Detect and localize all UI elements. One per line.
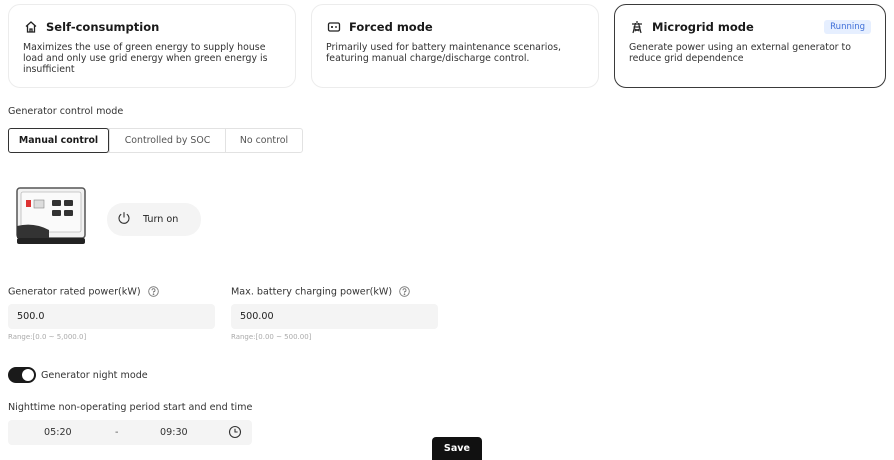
option-manual-control[interactable]: Manual control [8, 128, 109, 153]
rated-power-label-text: Generator rated power(kW) [8, 286, 141, 298]
option-controlled-by-soc[interactable]: Controlled by SOC [109, 129, 225, 152]
end-time[interactable]: 09:30 [160, 427, 188, 438]
option-no-control[interactable]: No control [225, 129, 302, 152]
clock-icon[interactable] [228, 425, 242, 442]
mode-title: Microgrid mode [652, 20, 754, 34]
max-charging-input[interactable] [231, 304, 438, 329]
max-charging-range: Range:[0.00 ~ 500.00] [231, 333, 312, 341]
generator-icon [14, 186, 88, 246]
night-mode-label: Generator night mode [41, 370, 148, 381]
power-tower-icon [629, 19, 645, 35]
generator-control-label: Generator control mode [8, 106, 124, 117]
battery-icon [326, 19, 342, 35]
mode-card-microgrid[interactable]: Microgrid mode Running Generate power us… [614, 4, 886, 88]
mode-title: Self-consumption [46, 20, 160, 34]
night-period-label: Nighttime non-operating period start and… [8, 402, 253, 413]
rated-power-label: Generator rated power(kW) [8, 286, 159, 298]
save-button[interactable]: Save [432, 437, 482, 460]
rated-power-range: Range:[0.0 ~ 5,000.0] [8, 333, 87, 341]
night-period-time-range[interactable]: 05:20 - 09:30 [8, 420, 252, 445]
turn-on-label: Turn on [143, 214, 179, 225]
mode-card-forced[interactable]: Forced mode Primarily used for battery m… [311, 4, 599, 88]
max-charging-label-text: Max. battery charging power(kW) [231, 286, 393, 298]
max-charging-label: Max. battery charging power(kW) [231, 286, 410, 298]
mode-card-self-consumption[interactable]: Self-consumption Maximizes the use of gr… [8, 4, 296, 88]
status-badge: Running [824, 20, 871, 34]
mode-title: Forced mode [349, 20, 433, 34]
help-icon[interactable] [147, 286, 159, 297]
toggle-knob [22, 369, 34, 381]
mode-description: Maximizes the use of green energy to sup… [23, 42, 268, 75]
time-separator: - [115, 427, 119, 438]
start-time[interactable]: 05:20 [44, 427, 72, 438]
home-icon [23, 19, 39, 35]
night-mode-toggle[interactable] [8, 367, 36, 383]
rated-power-input[interactable] [8, 304, 215, 329]
help-icon[interactable] [399, 286, 410, 297]
mode-description: Generate power using an external generat… [629, 42, 851, 64]
turn-on-button[interactable]: Turn on [107, 203, 201, 236]
generator-control-segmented: Manual control Controlled by SOC No cont… [8, 128, 303, 153]
mode-description: Primarily used for battery maintenance s… [326, 42, 561, 64]
power-icon [117, 211, 131, 228]
